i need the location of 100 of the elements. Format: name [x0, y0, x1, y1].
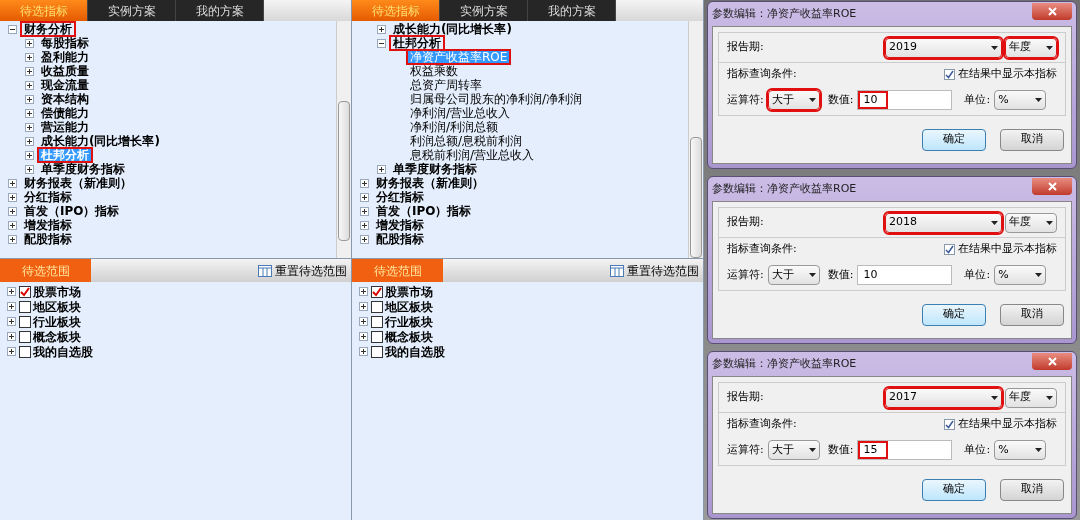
- close-button[interactable]: [1032, 353, 1072, 370]
- checkbox[interactable]: [19, 285, 31, 298]
- dropdown[interactable]: 年度: [1005, 387, 1057, 408]
- close-button[interactable]: [1032, 178, 1072, 195]
- checkbox[interactable]: [19, 315, 31, 328]
- expand-icon[interactable]: [7, 317, 16, 326]
- expand-icon[interactable]: [8, 234, 17, 244]
- expand-icon[interactable]: [360, 206, 369, 216]
- tree-item[interactable]: 收益质量: [37, 63, 93, 79]
- expand-icon[interactable]: [25, 38, 34, 48]
- tree-item[interactable]: 营运能力: [37, 119, 93, 135]
- tree-item[interactable]: 利润总额/息税前利润: [406, 133, 527, 149]
- checkbox[interactable]: [944, 418, 955, 430]
- tree-item[interactable]: 权益乘数: [406, 63, 462, 79]
- ok-button[interactable]: 确定: [922, 303, 986, 326]
- tree-item[interactable]: 增发指标: [20, 217, 76, 233]
- expand-icon[interactable]: [25, 108, 34, 118]
- tree-item[interactable]: 分红指标: [20, 189, 76, 205]
- checkbox[interactable]: [19, 345, 31, 358]
- expand-icon[interactable]: [8, 178, 17, 188]
- expand-icon[interactable]: [8, 192, 17, 202]
- checkbox[interactable]: [371, 330, 383, 343]
- expand-icon[interactable]: [7, 302, 16, 311]
- checkbox[interactable]: [19, 300, 31, 313]
- cancel-button[interactable]: 取消: [1000, 128, 1064, 151]
- expand-icon[interactable]: [359, 302, 368, 311]
- checkbox[interactable]: [371, 285, 383, 298]
- tree-item[interactable]: 配股指标: [372, 231, 428, 247]
- tab[interactable]: 我的方案: [176, 0, 264, 21]
- reset-button[interactable]: 重置待选范围: [258, 261, 351, 280]
- tree-item[interactable]: 每股指标: [37, 35, 93, 51]
- expand-icon[interactable]: [25, 164, 34, 174]
- tree-item[interactable]: 首发（IPO）指标: [20, 203, 124, 219]
- expand-icon[interactable]: [377, 164, 386, 174]
- expand-icon[interactable]: [7, 332, 16, 341]
- tree-item[interactable]: 现金流量: [37, 77, 93, 93]
- checkbox[interactable]: [371, 315, 383, 328]
- input-field[interactable]: 10: [857, 265, 953, 285]
- expand-icon[interactable]: [25, 94, 34, 104]
- dropdown[interactable]: 2017: [885, 387, 1002, 408]
- expand-icon[interactable]: [360, 220, 369, 230]
- tree-item[interactable]: 归属母公司股东的净利润/净利润: [406, 91, 587, 107]
- expand-icon[interactable]: [25, 80, 34, 90]
- expand-icon[interactable]: [377, 24, 386, 34]
- close-button[interactable]: [1032, 3, 1072, 20]
- expand-icon[interactable]: [7, 287, 16, 296]
- tab[interactable]: 我的方案: [528, 0, 616, 21]
- ok-button[interactable]: 确定: [922, 128, 986, 151]
- tree-item[interactable]: 单季度财务指标: [389, 161, 481, 177]
- dropdown[interactable]: 大于: [767, 90, 820, 110]
- tree-item[interactable]: 财务分析: [20, 21, 76, 37]
- tree-item[interactable]: 偿债能力: [37, 105, 93, 121]
- cancel-button[interactable]: 取消: [1000, 478, 1064, 501]
- expand-icon[interactable]: [359, 332, 368, 341]
- tree-item[interactable]: 首发（IPO）指标: [372, 203, 476, 219]
- ok-button[interactable]: 确定: [922, 478, 986, 501]
- expand-icon[interactable]: [360, 178, 369, 188]
- collapse-icon[interactable]: [8, 24, 17, 34]
- tree-item[interactable]: 盈利能力: [37, 49, 93, 65]
- cancel-button[interactable]: 取消: [1000, 303, 1064, 326]
- dropdown[interactable]: %: [994, 440, 1047, 460]
- checkbox[interactable]: [371, 345, 383, 358]
- expand-icon[interactable]: [359, 317, 368, 326]
- checkbox[interactable]: [944, 243, 955, 255]
- tree-item[interactable]: 财务报表（新准则）: [20, 175, 136, 191]
- tree-item[interactable]: 息税前利润/营业总收入: [406, 147, 539, 163]
- dropdown[interactable]: 大于: [767, 440, 820, 460]
- tree-item[interactable]: 净利润/营业总收入: [406, 105, 515, 121]
- expand-icon[interactable]: [25, 136, 34, 146]
- tree-item[interactable]: 成长能力(同比增长率): [389, 21, 516, 37]
- expand-icon[interactable]: [25, 66, 34, 76]
- dropdown[interactable]: 年度: [1005, 37, 1057, 58]
- dropdown[interactable]: 2019: [885, 37, 1002, 58]
- expand-icon[interactable]: [25, 52, 34, 62]
- dropdown[interactable]: %: [994, 265, 1047, 285]
- tab[interactable]: 实例方案: [88, 0, 176, 21]
- expand-icon[interactable]: [359, 287, 368, 296]
- tree-item[interactable]: 单季度财务指标: [37, 161, 129, 177]
- input-field[interactable]: 10: [857, 90, 953, 110]
- expand-icon[interactable]: [25, 122, 34, 132]
- checkbox[interactable]: [19, 330, 31, 343]
- expand-icon[interactable]: [359, 347, 368, 356]
- tree-item[interactable]: 增发指标: [372, 217, 428, 233]
- dropdown[interactable]: 年度: [1005, 212, 1057, 233]
- reset-button[interactable]: 重置待选范围: [610, 261, 703, 280]
- expand-icon[interactable]: [8, 206, 17, 216]
- tree-item[interactable]: 净利润/利润总额: [406, 119, 503, 135]
- tree-item[interactable]: 配股指标: [20, 231, 76, 247]
- dropdown[interactable]: 2018: [885, 212, 1002, 233]
- input-field[interactable]: 15: [857, 440, 953, 460]
- expand-icon[interactable]: [360, 234, 369, 244]
- collapse-icon[interactable]: [377, 38, 386, 48]
- tree-item[interactable]: 资本结构: [37, 91, 93, 107]
- expand-icon[interactable]: [7, 347, 16, 356]
- checkbox[interactable]: [371, 300, 383, 313]
- checkbox[interactable]: [944, 68, 955, 80]
- tree-item[interactable]: 分红指标: [372, 189, 428, 205]
- scrollbar[interactable]: [336, 21, 351, 258]
- tree-item[interactable]: 总资产周转率: [406, 77, 486, 93]
- tab[interactable]: 实例方案: [440, 0, 528, 21]
